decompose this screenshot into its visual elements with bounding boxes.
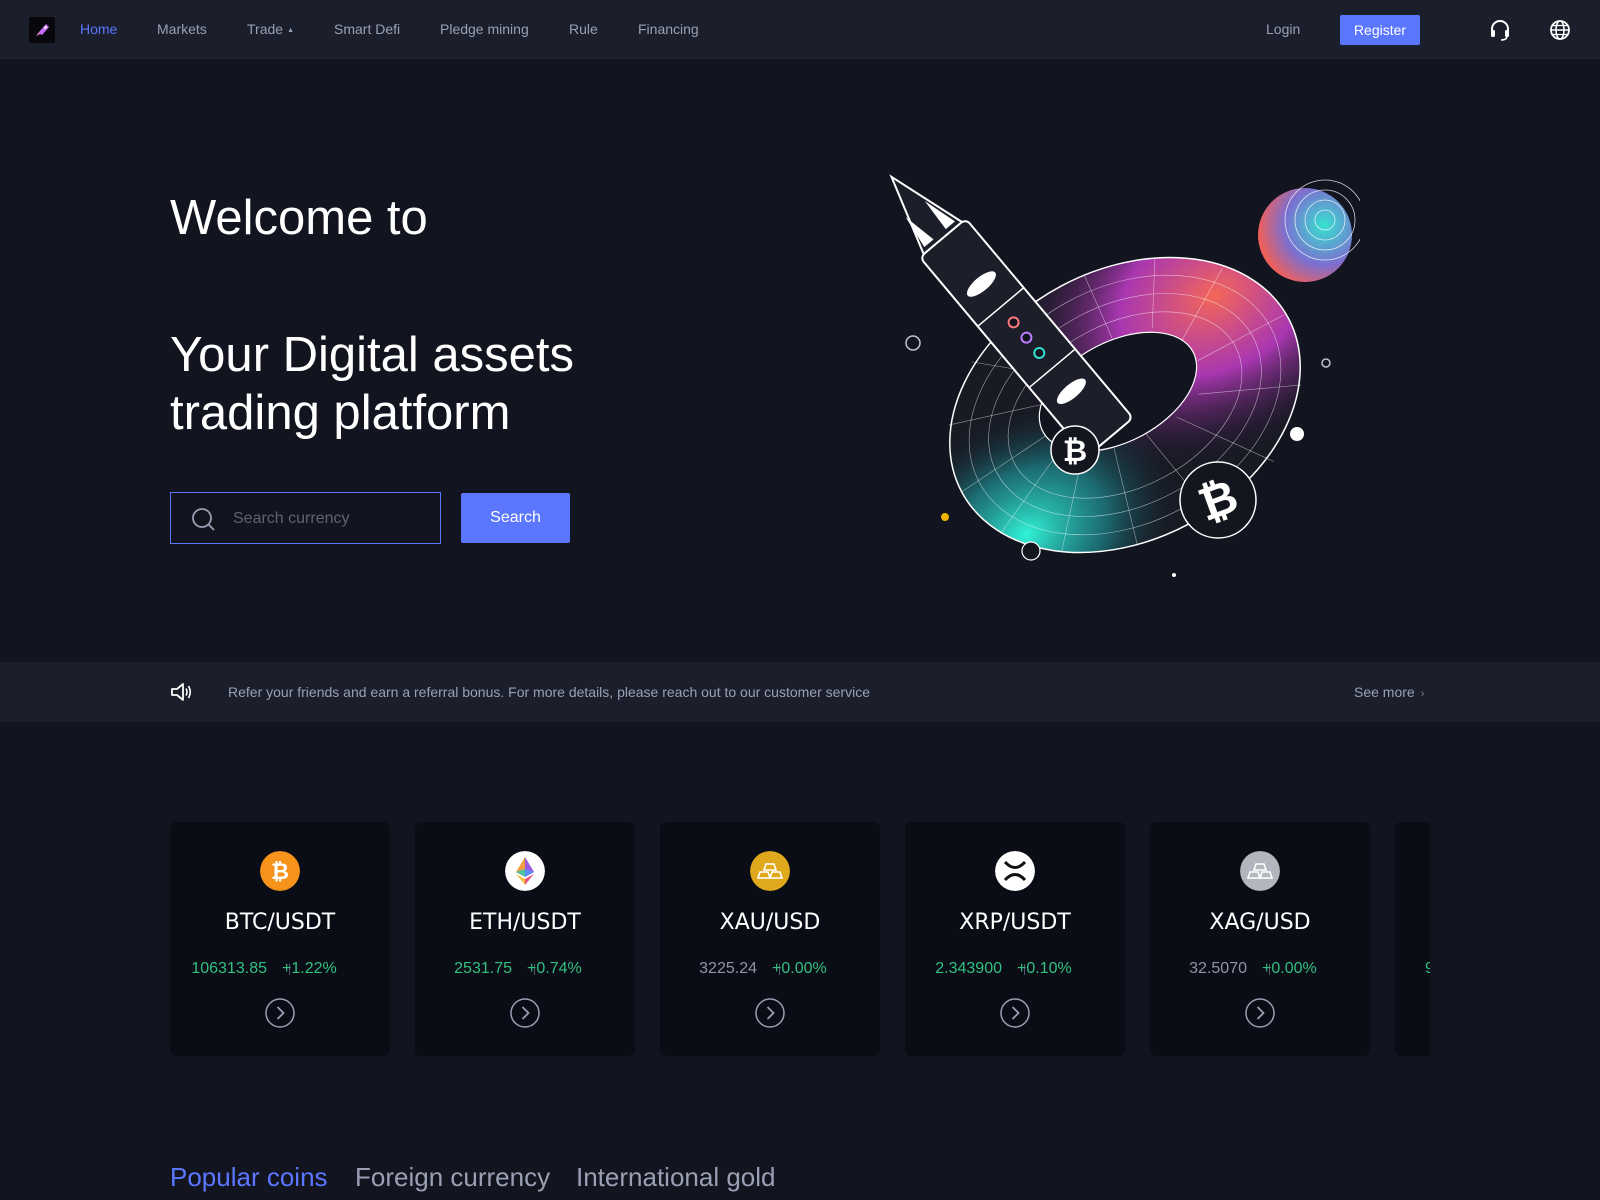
eth-icon (505, 851, 545, 891)
arrow-right-circle-icon[interactable] (265, 998, 295, 1028)
announcement-text[interactable]: Refer your friends and earn a referral b… (228, 684, 870, 700)
search-button[interactable]: Search (461, 493, 570, 543)
search-box (170, 492, 441, 544)
arrow-right-circle-icon[interactable] (1000, 998, 1030, 1028)
market-card-partial[interactable]: 9 (1395, 822, 1430, 1056)
login-link[interactable]: Login (1266, 21, 1300, 37)
chevron-right-icon: › (1420, 688, 1425, 700)
hero-title-line-3: trading platform (170, 386, 511, 440)
price-value: 3225.24 (699, 960, 757, 977)
see-more-link[interactable]: See more › (1354, 684, 1424, 700)
rocket-logo-icon (36, 24, 49, 36)
hero-rocket-illustration: ₿ ₿ (889, 174, 1360, 577)
caret-up-icon: ▲ (287, 27, 294, 34)
nav-trade-label: Trade (247, 21, 284, 37)
tab-popular-coins[interactable]: Popular coins (170, 1162, 328, 1193)
price-value: 32.5070 (1189, 960, 1247, 977)
svg-text:₿: ₿ (1063, 434, 1087, 469)
pair-name: XAG/USD (1209, 910, 1311, 935)
change-value: +0.00% (1262, 960, 1317, 977)
register-button[interactable]: Register (1340, 15, 1420, 45)
top-navbar: Home Markets Trade ▲ Smart Defi Pledge mi… (0, 0, 1600, 59)
pair-name: ETH/USDT (469, 910, 581, 935)
change-value: +0.00% (772, 960, 827, 977)
search-input[interactable] (233, 505, 428, 533)
change-value: +0.74% (527, 960, 582, 977)
btc-icon: ₿ (260, 851, 300, 891)
pair-name: BTC/USDT (224, 910, 336, 935)
market-card-xau[interactable]: XAU/USD 3225.24 +0.00% (660, 822, 880, 1056)
market-card-xag[interactable]: XAG/USD 32.5070 +0.00% (1150, 822, 1370, 1056)
search-icon (192, 508, 215, 531)
announcement-bar: Refer your friends and earn a referral b… (0, 662, 1600, 722)
change-value: +1.22% (282, 960, 337, 977)
market-card-eth[interactable]: ETH/USDT 2531.75 +0.74% (415, 822, 635, 1056)
nav-rule[interactable]: Rule (569, 21, 598, 37)
headset-icon[interactable] (1488, 18, 1512, 42)
nav-smart-defi[interactable]: Smart Defi (334, 21, 400, 37)
tab-foreign-currency[interactable]: Foreign currency (355, 1162, 550, 1193)
hero-title-line-2: Your Digital assets (170, 328, 575, 382)
hero-title-line-1: Welcome to (170, 191, 428, 245)
price-value: 2531.75 (454, 960, 512, 977)
logo[interactable] (29, 17, 55, 43)
pair-name: XRP/USDT (959, 910, 1071, 935)
market-card-xrp[interactable]: XRP/USDT 2.343900 +0.10% (905, 822, 1125, 1056)
market-cards-carousel: ₿ BTC/USDT 106313.85 +1.22% ETH/USDT 253… (170, 822, 1430, 1056)
market-card-btc[interactable]: ₿ BTC/USDT 106313.85 +1.22% (170, 822, 390, 1056)
arrow-right-circle-icon[interactable] (755, 998, 785, 1028)
pair-name: XAU/USD (719, 910, 821, 935)
arrow-right-circle-icon[interactable] (510, 998, 540, 1028)
xrp-icon (995, 851, 1035, 891)
price-value: 9 (1425, 960, 1430, 977)
see-more-label: See more (1354, 684, 1415, 700)
price-value: 2.343900 (935, 960, 1002, 977)
nav-pledge-mining[interactable]: Pledge mining (440, 21, 529, 37)
arrow-right-circle-icon[interactable] (1245, 998, 1275, 1028)
speaker-icon (171, 683, 192, 701)
svg-text:₿: ₿ (271, 860, 289, 885)
gold-icon (750, 851, 790, 891)
nav-markets[interactable]: Markets (157, 21, 207, 37)
globe-icon[interactable] (1548, 18, 1572, 42)
tab-international-gold[interactable]: International gold (576, 1162, 775, 1193)
change-value: +0.10% (1017, 960, 1072, 977)
silver-icon (1240, 851, 1280, 891)
nav-trade[interactable]: Trade ▲ (247, 21, 294, 37)
nav-financing[interactable]: Financing (638, 21, 699, 37)
nav-home[interactable]: Home (80, 21, 117, 37)
price-value: 106313.85 (191, 960, 267, 977)
